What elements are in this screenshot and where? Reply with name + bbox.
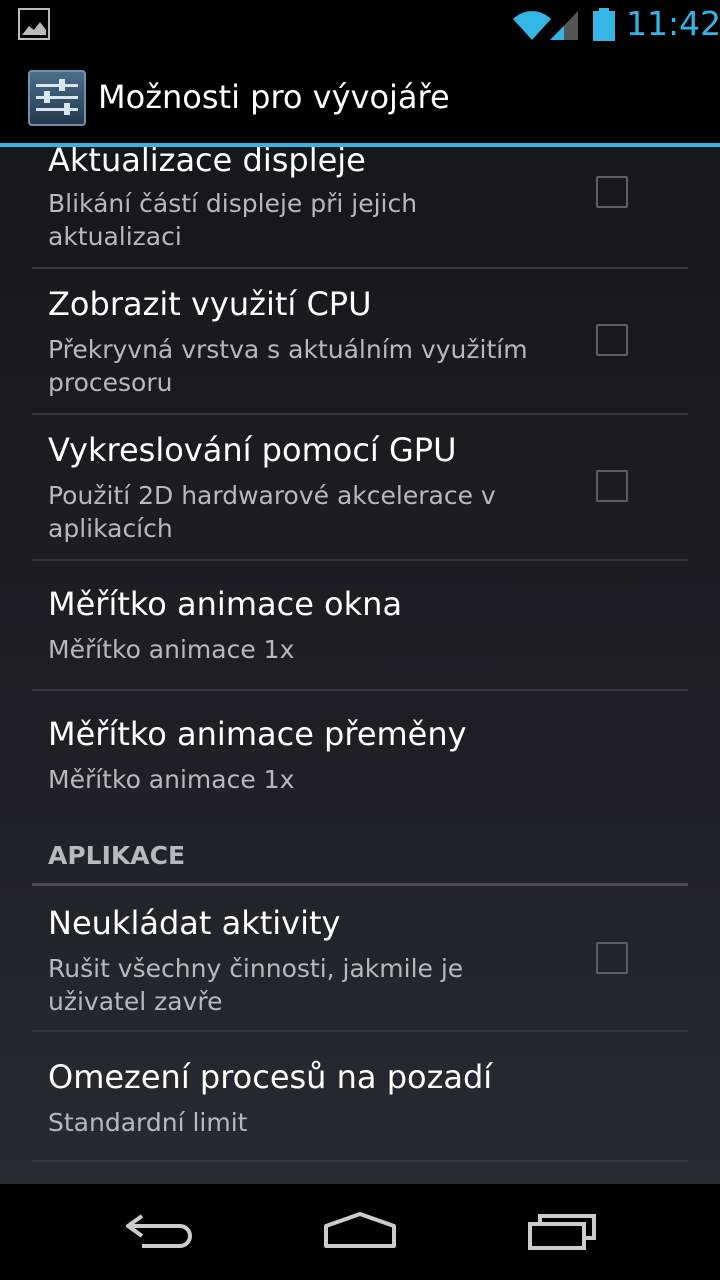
battery-icon bbox=[593, 8, 615, 41]
pref-force-gpu-rendering[interactable]: Vykreslování pomocí GPU Použití 2D hardw… bbox=[32, 415, 688, 561]
pref-summary: Použití 2D hardwarové akcelerace v aplik… bbox=[48, 481, 496, 543]
pref-window-animation-scale[interactable]: Měřítko animace okna Měřítko animace 1x bbox=[32, 561, 688, 691]
pref-show-cpu-usage[interactable]: Zobrazit využití CPU Překryvná vrstva s … bbox=[32, 269, 688, 415]
page-title: Možnosti pro vývojáře bbox=[98, 78, 450, 116]
pref-show-screen-updates[interactable]: Aktualizace displeje Blikání částí displ… bbox=[32, 147, 688, 269]
settings-sliders-icon[interactable] bbox=[28, 70, 86, 126]
pref-title: Měřítko animace přeměny bbox=[48, 715, 467, 753]
status-bar: 11:42 bbox=[0, 0, 720, 50]
back-icon[interactable] bbox=[120, 1206, 200, 1250]
pref-title: Omezení procesů na pozadí bbox=[48, 1058, 493, 1096]
home-icon[interactable] bbox=[320, 1206, 400, 1250]
checkbox[interactable] bbox=[596, 942, 628, 974]
pref-dont-keep-activities[interactable]: Neukládat aktivity Rušit všechny činnost… bbox=[32, 886, 688, 1032]
pref-transition-animation-scale[interactable]: Měřítko animace přeměny Měřítko animace … bbox=[32, 691, 688, 817]
gallery-icon bbox=[18, 8, 50, 40]
pref-summary: Rušit všechny činnosti, jakmile je uživa… bbox=[48, 954, 464, 1016]
preferences-list[interactable]: Aktualizace displeje Blikání částí displ… bbox=[0, 147, 720, 1184]
pref-title: Zobrazit využití CPU bbox=[48, 285, 372, 323]
recents-icon[interactable] bbox=[522, 1206, 602, 1250]
pref-summary: Překryvná vrstva s aktuálním využitím pr… bbox=[48, 335, 528, 397]
pref-summary: Standardní limit bbox=[48, 1108, 248, 1137]
signal-icon bbox=[550, 11, 578, 40]
pref-background-process-limit[interactable]: Omezení procesů na pozadí Standardní lim… bbox=[32, 1032, 688, 1162]
pref-summary: Měřítko animace 1x bbox=[48, 765, 295, 794]
action-bar: Možnosti pro vývojáře bbox=[0, 50, 720, 147]
wifi-icon bbox=[513, 11, 551, 40]
pref-title: Měřítko animace okna bbox=[48, 585, 403, 623]
category-header-applications: APLIKACE bbox=[32, 833, 688, 886]
checkbox[interactable] bbox=[596, 324, 628, 356]
pref-title: Vykreslování pomocí GPU bbox=[48, 431, 457, 469]
status-clock: 11:42 bbox=[626, 4, 720, 43]
pref-title: Aktualizace displeje bbox=[48, 147, 366, 179]
category-label: APLIKACE bbox=[48, 841, 186, 870]
pref-summary: Blikání částí displeje při jejich aktual… bbox=[48, 189, 418, 251]
pref-title: Neukládat aktivity bbox=[48, 904, 341, 942]
navigation-bar bbox=[0, 1184, 720, 1280]
checkbox[interactable] bbox=[596, 176, 628, 208]
pref-summary: Měřítko animace 1x bbox=[48, 635, 295, 664]
checkbox[interactable] bbox=[596, 470, 628, 502]
